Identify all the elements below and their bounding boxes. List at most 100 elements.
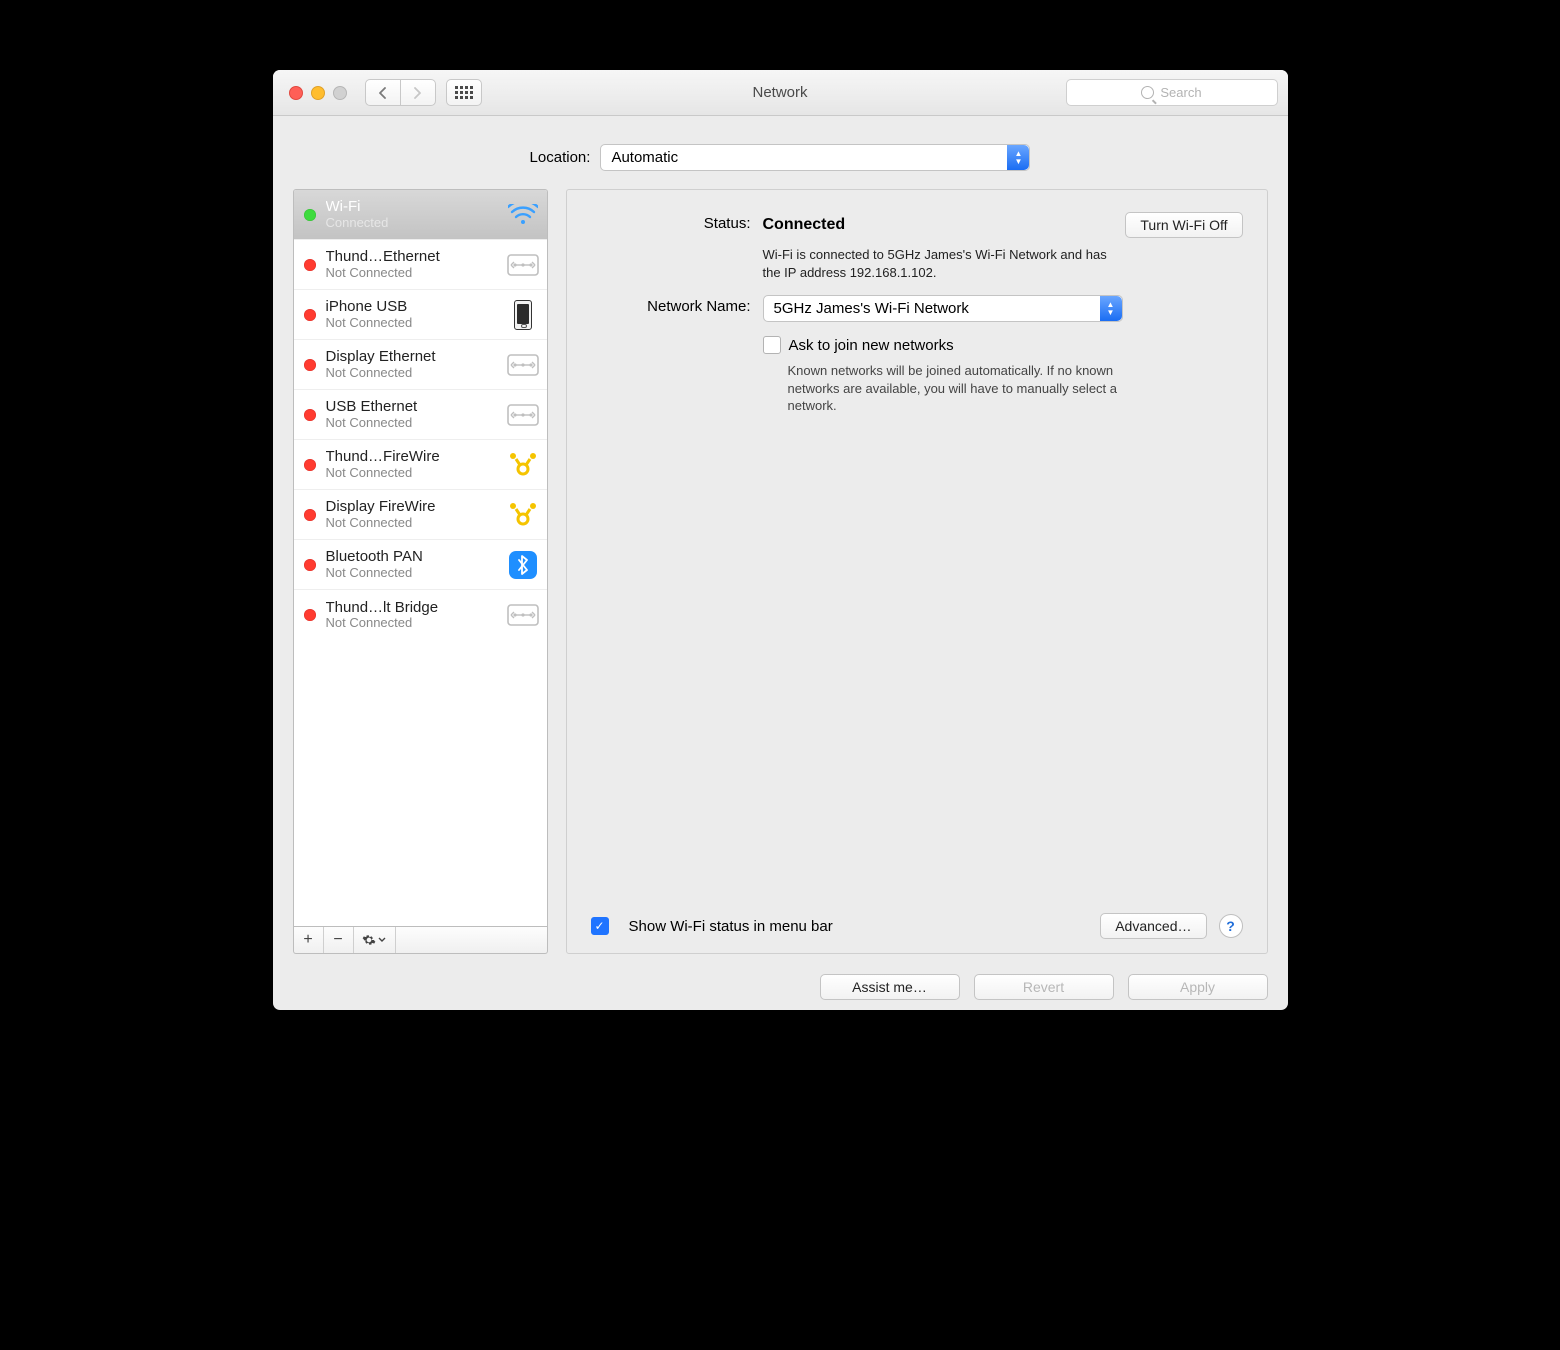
search-placeholder: Search (1160, 85, 1201, 100)
status-dot-icon (304, 559, 316, 571)
service-text: Thund…FireWireNot Connected (326, 448, 497, 480)
network-name-value: 5GHz James's Wi-Fi Network (774, 300, 969, 317)
service-status: Not Connected (326, 616, 497, 631)
add-service-button[interactable]: + (294, 927, 324, 953)
firewire-icon (507, 501, 539, 529)
apply-button: Apply (1128, 974, 1268, 1000)
service-status: Not Connected (326, 316, 497, 331)
ask-join-label: Ask to join new networks (789, 337, 954, 354)
service-toolbar: + − (293, 927, 548, 954)
service-status: Not Connected (326, 416, 497, 431)
grid-icon (455, 86, 473, 99)
service-name: Display Ethernet (326, 348, 497, 365)
service-item-4[interactable]: USB EthernetNot Connected (294, 390, 547, 440)
service-item-1[interactable]: Thund…EthernetNot Connected (294, 240, 547, 290)
status-label: Status: (591, 212, 751, 232)
select-stepper-icon: ▲▼ (1100, 296, 1122, 321)
service-item-2[interactable]: iPhone USBNot Connected (294, 290, 547, 340)
service-name: Thund…lt Bridge (326, 599, 497, 616)
service-text: Thund…EthernetNot Connected (326, 248, 497, 280)
service-item-5[interactable]: Thund…FireWireNot Connected (294, 440, 547, 490)
service-item-8[interactable]: Thund…lt BridgeNot Connected (294, 590, 547, 640)
service-name: USB Ethernet (326, 398, 497, 415)
network-preferences-window: Network Search Location: Automatic ▲▼ Wi… (273, 70, 1288, 1010)
network-name-label: Network Name: (591, 295, 751, 315)
search-input[interactable]: Search (1066, 79, 1278, 106)
service-text: Wi-FiConnected (326, 198, 497, 230)
nav-buttons (365, 79, 436, 106)
footer: Assist me… Revert Apply (273, 966, 1288, 1010)
status-dot-icon (304, 409, 316, 421)
remove-service-button[interactable]: − (324, 927, 354, 953)
show-menubar-label: Show Wi-Fi status in menu bar (629, 918, 833, 935)
bluetooth-icon (507, 551, 539, 579)
ask-join-checkbox[interactable] (763, 336, 781, 354)
wifi-icon (507, 201, 539, 229)
status-dot-icon (304, 359, 316, 371)
assist-me-button[interactable]: Assist me… (820, 974, 960, 1000)
ethernet-icon (507, 601, 539, 629)
show-menubar-checkbox[interactable]: ✓ (591, 917, 609, 935)
ask-join-row: Ask to join new networks Known networks … (591, 336, 1243, 415)
service-name: Display FireWire (326, 498, 497, 515)
main-area: Wi-FiConnectedThund…EthernetNot Connecte… (273, 189, 1288, 966)
toggle-wifi-button[interactable]: Turn Wi-Fi Off (1125, 212, 1242, 238)
show-all-button[interactable] (446, 79, 482, 106)
service-text: iPhone USBNot Connected (326, 298, 497, 330)
service-name: iPhone USB (326, 298, 497, 315)
ask-join-description: Known networks will be joined automatica… (788, 362, 1148, 415)
help-button[interactable]: ? (1219, 914, 1243, 938)
status-dot-icon (304, 259, 316, 271)
ethernet-icon (507, 351, 539, 379)
service-status: Not Connected (326, 366, 497, 381)
chevron-right-icon (413, 87, 422, 99)
service-text: USB EthernetNot Connected (326, 398, 497, 430)
service-actions-button[interactable] (354, 927, 396, 953)
firewire-icon (507, 451, 539, 479)
service-name: Wi-Fi (326, 198, 497, 215)
ethernet-icon (507, 251, 539, 279)
service-status: Connected (326, 216, 497, 231)
location-value: Automatic (611, 149, 678, 166)
chevron-left-icon (378, 87, 387, 99)
status-dot-icon (304, 509, 316, 521)
service-text: Display FireWireNot Connected (326, 498, 497, 530)
service-list[interactable]: Wi-FiConnectedThund…EthernetNot Connecte… (293, 189, 548, 927)
status-dot-icon (304, 459, 316, 471)
zoom-window-button (333, 86, 347, 100)
service-status: Not Connected (326, 566, 497, 581)
service-text: Display EthernetNot Connected (326, 348, 497, 380)
network-name-row: Network Name: 5GHz James's Wi-Fi Network… (591, 295, 1243, 322)
service-sidebar: Wi-FiConnectedThund…EthernetNot Connecte… (293, 189, 548, 954)
close-window-button[interactable] (289, 86, 303, 100)
service-name: Thund…Ethernet (326, 248, 497, 265)
detail-bottom-bar: ✓ Show Wi-Fi status in menu bar Advanced… (591, 913, 1243, 939)
location-select[interactable]: Automatic ▲▼ (600, 144, 1030, 171)
window-controls (289, 86, 347, 100)
status-value: Connected (763, 216, 846, 234)
network-name-select[interactable]: 5GHz James's Wi-Fi Network ▲▼ (763, 295, 1123, 322)
service-item-7[interactable]: Bluetooth PANNot Connected (294, 540, 547, 590)
ethernet-icon (507, 401, 539, 429)
back-button[interactable] (365, 79, 401, 106)
status-row: Status: Connected Turn Wi-Fi Off Wi-Fi i… (591, 212, 1243, 281)
service-status: Not Connected (326, 466, 497, 481)
revert-button: Revert (974, 974, 1114, 1000)
service-name: Bluetooth PAN (326, 548, 497, 565)
forward-button (401, 79, 436, 106)
status-description: Wi-Fi is connected to 5GHz James's Wi-Fi… (763, 246, 1123, 281)
iphone-icon (507, 301, 539, 329)
service-detail-pane: Status: Connected Turn Wi-Fi Off Wi-Fi i… (566, 189, 1268, 954)
service-item-6[interactable]: Display FireWireNot Connected (294, 490, 547, 540)
status-dot-icon (304, 309, 316, 321)
minimize-window-button[interactable] (311, 86, 325, 100)
status-dot-icon (304, 609, 316, 621)
location-row: Location: Automatic ▲▼ (273, 116, 1288, 189)
service-item-3[interactable]: Display EthernetNot Connected (294, 340, 547, 390)
service-text: Thund…lt BridgeNot Connected (326, 599, 497, 631)
chevron-down-icon (378, 937, 386, 943)
advanced-button[interactable]: Advanced… (1100, 913, 1206, 939)
service-item-0[interactable]: Wi-FiConnected (294, 190, 547, 240)
service-status: Not Connected (326, 266, 497, 281)
status-dot-icon (304, 209, 316, 221)
